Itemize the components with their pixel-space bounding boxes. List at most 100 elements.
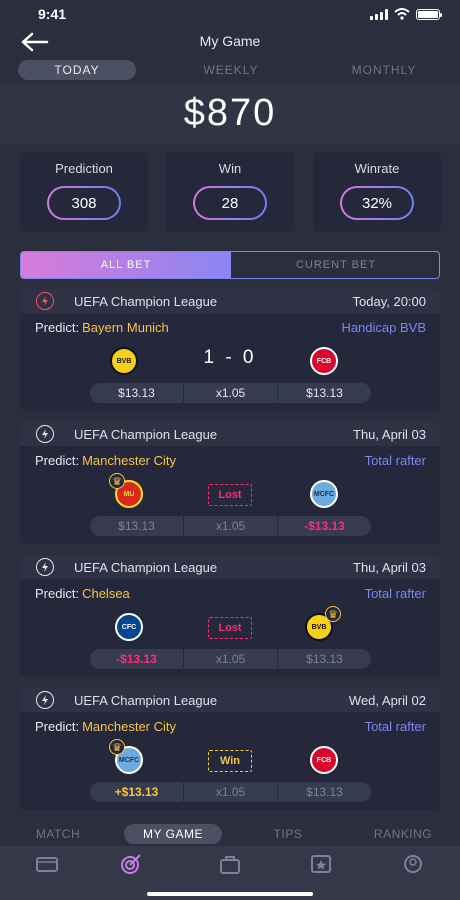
- bet-type: Total rafter: [364, 453, 426, 468]
- crown-icon: ♛: [109, 739, 125, 755]
- bet-toggle: ALL BET CURENT BET: [20, 251, 440, 279]
- match-score: 1 - 0: [203, 347, 257, 368]
- stat-ring: 32%: [340, 186, 414, 220]
- league-name: UEFA Champion League: [74, 294, 218, 309]
- predict-label: Predict: Bayern Munich: [35, 320, 169, 335]
- match-card[interactable]: UEFA Champion League Thu, April 03 Predi…: [20, 555, 440, 677]
- tab-all-bet[interactable]: ALL BET: [21, 252, 231, 278]
- league-name: UEFA Champion League: [74, 560, 218, 575]
- balance-panel: $870: [0, 84, 460, 144]
- league-name: UEFA Champion League: [74, 693, 218, 708]
- odds-multiplier: x1.05: [184, 782, 277, 802]
- tab-tips[interactable]: TIPS: [250, 824, 326, 844]
- match-card[interactable]: UEFA Champion League Today, 20:00 Predic…: [20, 289, 440, 411]
- predict-label: Predict: Manchester City: [35, 719, 176, 734]
- bayern-logo-icon: FCB: [310, 746, 338, 774]
- predict-prefix: Predict:: [35, 586, 80, 601]
- odds-multiplier: x1.05: [184, 649, 277, 669]
- balance-amount: $870: [183, 92, 277, 134]
- stat-card-winrate: Winrate 32%: [313, 152, 441, 232]
- match-time: Thu, April 03: [353, 427, 426, 442]
- manutd-logo-icon: ♛ MU: [109, 473, 143, 508]
- stake-value: -$13.13: [90, 649, 183, 669]
- predict-team: Manchester City: [82, 719, 176, 734]
- star-board-icon[interactable]: [308, 854, 334, 874]
- odds-row: $13.13 x1.05 -$13.13: [90, 516, 371, 536]
- stat-ring: 308: [47, 186, 121, 220]
- predict-label: Predict: Manchester City: [35, 453, 176, 468]
- stat-value: 32%: [342, 188, 412, 218]
- tab-weekly[interactable]: WEEKLY: [172, 60, 290, 80]
- stat-value: 308: [49, 188, 119, 218]
- bottom-tabs: MATCH MY GAME TIPS RANKING: [0, 822, 460, 846]
- bet-type: Handicap BVB: [341, 320, 426, 335]
- page-title: My Game: [199, 33, 261, 49]
- crown-icon: ♛: [325, 606, 341, 622]
- predict-team: Bayern Munich: [82, 320, 169, 335]
- league-name: UEFA Champion League: [74, 427, 218, 442]
- stat-card-prediction: Prediction 308: [20, 152, 148, 232]
- mancity-logo-icon: ♛ MCFC: [109, 739, 143, 774]
- status-icons: [370, 8, 442, 20]
- payout-value: $13.13: [278, 649, 371, 669]
- bet-type: Total rafter: [364, 719, 426, 734]
- odds-row: +$13.13 x1.05 $13.13: [90, 782, 371, 802]
- home-indicator: [147, 892, 313, 896]
- mancity-logo-icon: MCFC: [310, 480, 338, 508]
- stat-value: 28: [195, 188, 265, 218]
- target-icon[interactable]: [118, 854, 144, 874]
- tab-today[interactable]: TODAY: [18, 60, 136, 80]
- odds-multiplier: x1.05: [184, 383, 277, 403]
- stake-value: $13.13: [90, 383, 183, 403]
- payout-value: -$13.13: [278, 516, 371, 536]
- crown-icon: ♛: [109, 473, 125, 489]
- tab-my-game[interactable]: MY GAME: [124, 824, 222, 844]
- predict-prefix: Predict:: [35, 320, 80, 335]
- match-card[interactable]: UEFA Champion League Thu, April 03 Predi…: [20, 422, 440, 544]
- lightning-icon: [36, 425, 54, 443]
- bag-icon[interactable]: [217, 854, 243, 874]
- lightning-icon: [36, 691, 54, 709]
- stake-value: +$13.13: [90, 782, 183, 802]
- lightning-icon: [36, 292, 54, 310]
- payout-value: $13.13: [278, 383, 371, 403]
- chelsea-logo-icon: CFC: [115, 613, 143, 641]
- bvb-logo-icon: ♛ BVB: [305, 606, 341, 641]
- card-header: UEFA Champion League Today, 20:00: [20, 289, 440, 313]
- payout-value: $13.13: [278, 782, 371, 802]
- status-bar: 9:41: [0, 0, 460, 28]
- tv-icon[interactable]: [34, 854, 60, 874]
- card-header: UEFA Champion League Thu, April 03: [20, 422, 440, 446]
- match-time: Today, 20:00: [352, 294, 426, 309]
- result-badge-lost: Lost: [208, 617, 252, 639]
- stake-value: $13.13: [90, 516, 183, 536]
- stat-label: Winrate: [354, 161, 400, 176]
- odds-multiplier: x1.05: [184, 516, 277, 536]
- stat-label: Prediction: [55, 161, 113, 176]
- predict-label: Predict: Chelsea: [35, 586, 130, 601]
- header: My Game: [0, 28, 460, 56]
- predict-team: Chelsea: [82, 586, 130, 601]
- result-badge-win: Win: [208, 750, 252, 772]
- predict-prefix: Predict:: [35, 453, 80, 468]
- match-card[interactable]: UEFA Champion League Wed, April 02 Predi…: [20, 688, 440, 810]
- battery-icon: [416, 8, 442, 20]
- tab-current-bet[interactable]: CURENT BET: [231, 252, 439, 278]
- match-time: Wed, April 02: [348, 693, 426, 708]
- profile-icon[interactable]: [400, 854, 426, 874]
- status-time: 9:41: [38, 6, 67, 22]
- bayern-logo-icon: FCB: [310, 347, 338, 375]
- match-time: Thu, April 03: [353, 560, 426, 575]
- bet-type: Total rafter: [364, 586, 426, 601]
- tab-ranking[interactable]: RANKING: [358, 824, 448, 844]
- stat-label: Win: [218, 161, 242, 176]
- signal-icon: [370, 8, 388, 20]
- tab-monthly[interactable]: MONTHLY: [325, 60, 443, 80]
- predict-team: Manchester City: [82, 453, 176, 468]
- stat-ring: 28: [193, 186, 267, 220]
- tab-match[interactable]: MATCH: [18, 824, 98, 844]
- predict-prefix: Predict:: [35, 719, 80, 734]
- result-badge-lost: Lost: [208, 484, 252, 506]
- odds-row: -$13.13 x1.05 $13.13: [90, 649, 371, 669]
- odds-row: $13.13 x1.05 $13.13: [90, 383, 371, 403]
